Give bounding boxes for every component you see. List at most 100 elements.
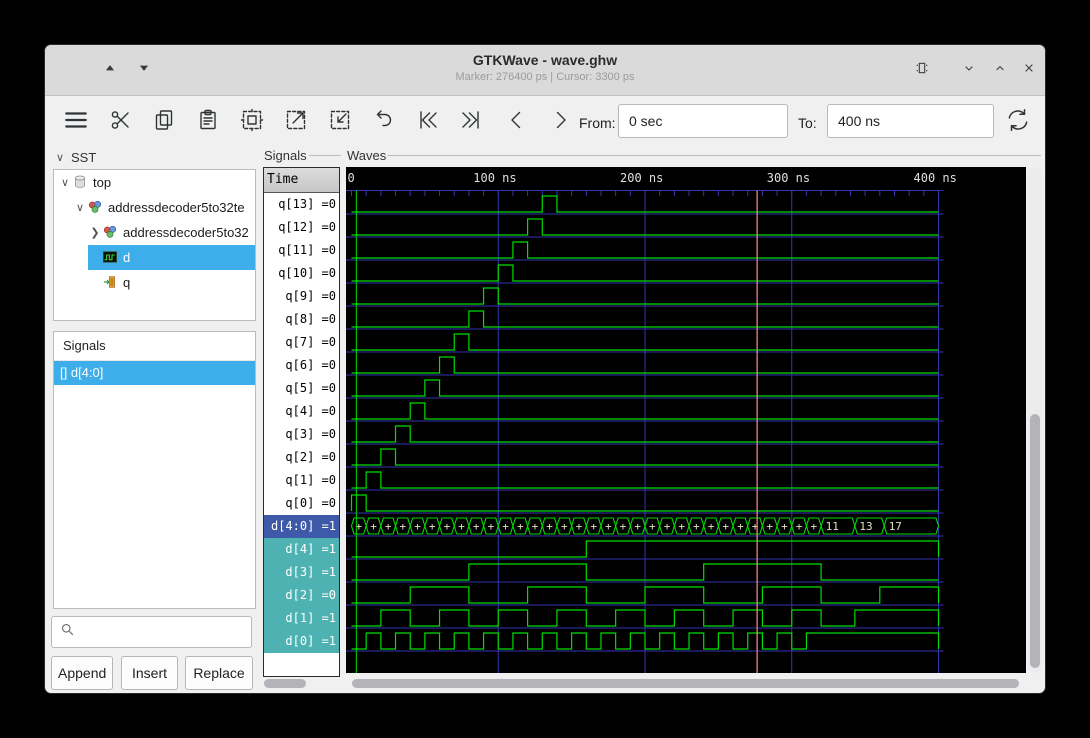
desktop: { "window": { "title": "GTKWave - wave.g…	[0, 0, 1090, 738]
replace-button[interactable]: Replace	[185, 656, 253, 690]
signal-name-row[interactable]: q[13] =0	[264, 193, 339, 216]
signal-name-row[interactable]: q[10] =0	[264, 262, 339, 285]
signal-name-row[interactable]: q[1] =0	[264, 469, 339, 492]
signal-name-row[interactable]: d[0] =1	[264, 630, 339, 653]
expander-open-icon[interactable]: ∨	[58, 176, 72, 189]
waves-frame-line	[387, 155, 1041, 156]
bus-value: +	[532, 520, 539, 533]
bus-value: 17	[889, 520, 902, 533]
gtkwave-window: GTKWave - wave.ghw Marker: 276400 ps | C…	[44, 44, 1046, 694]
from-input[interactable]	[618, 104, 788, 138]
zoom-out-icon	[328, 108, 352, 137]
search-icon	[60, 622, 75, 642]
bus-value: +	[634, 520, 641, 533]
timeline-label: 300 ns	[767, 171, 810, 185]
undo-icon	[371, 108, 395, 137]
names-frame-label: Signals	[264, 148, 307, 163]
menu-button[interactable]	[59, 105, 93, 139]
cut-button[interactable]	[104, 105, 138, 139]
bus-value: +	[488, 520, 495, 533]
cylinder-icon	[72, 174, 90, 192]
append-button[interactable]: Append	[51, 656, 113, 690]
sst-tree[interactable]: ∨top∨addressdecoder5to32te❯addressdecode…	[53, 169, 256, 321]
prev-edge-icon	[505, 108, 529, 137]
paste-icon	[196, 108, 220, 137]
signal-name-row[interactable]: q[9] =0	[264, 285, 339, 308]
bus-value: +	[576, 520, 583, 533]
bus-value: +	[400, 520, 407, 533]
bus-value: +	[737, 520, 744, 533]
paste-button[interactable]	[191, 105, 225, 139]
sst-frame[interactable]: ∨ SST	[53, 150, 96, 165]
bus-value: +	[649, 520, 656, 533]
sst-collapse-chevron-icon[interactable]: ∨	[53, 151, 67, 164]
search-input[interactable]	[81, 624, 235, 641]
titlebar[interactable]: GTKWave - wave.ghw Marker: 276400 ps | C…	[45, 45, 1045, 96]
expander-open-icon[interactable]: ∨	[73, 201, 87, 214]
close-button[interactable]	[1017, 58, 1041, 82]
skip-to-start-icon	[416, 108, 440, 137]
bus-value: +	[781, 520, 788, 533]
zoom-out-button[interactable]	[323, 105, 357, 139]
minimize-button[interactable]	[957, 58, 981, 82]
signal-name-row[interactable]: q[4] =0	[264, 400, 339, 423]
maximize-button[interactable]	[988, 58, 1012, 82]
waves-hscrollbar[interactable]	[352, 679, 1019, 688]
signal-name-row[interactable]: q[5] =0	[264, 377, 339, 400]
to-input[interactable]	[827, 104, 994, 138]
signal-name-row[interactable]: d[1] =1	[264, 607, 339, 630]
signal-name-row[interactable]: q[11] =0	[264, 239, 339, 262]
tree-item-top[interactable]: ∨top	[54, 170, 255, 195]
signal-name-row[interactable]: q[12] =0	[264, 216, 339, 239]
bus-value: +	[810, 520, 817, 533]
tree-item-q[interactable]: q	[54, 270, 255, 295]
signal-name-row[interactable]: q[7] =0	[264, 331, 339, 354]
wave-icon	[102, 249, 120, 267]
tree-item-addressdecoder5to32[interactable]: ❯addressdecoder5to32	[54, 220, 255, 245]
chevron-up-icon	[992, 60, 1008, 81]
fit-window-button[interactable]	[910, 58, 934, 82]
waveform-canvas[interactable]: 0100 ns200 ns300 ns400 ns+++++++++++++++…	[346, 167, 1026, 673]
copy-button[interactable]	[147, 105, 181, 139]
zoom-in-button[interactable]	[279, 105, 313, 139]
signal-names-panel[interactable]: Time q[13] =0q[12] =0q[11] =0q[10] =0q[9…	[263, 167, 340, 677]
bus-value: +	[590, 520, 597, 533]
bus-value: +	[766, 520, 773, 533]
insert-button[interactable]: Insert	[121, 656, 178, 690]
signal-name-row[interactable]: q[0] =0	[264, 492, 339, 515]
bus-value: +	[605, 520, 612, 533]
bus-value: +	[473, 520, 480, 533]
signal-name-row[interactable]: q[2] =0	[264, 446, 339, 469]
waves-vscrollbar-track[interactable]	[1028, 167, 1042, 673]
bus-value: +	[561, 520, 568, 533]
names-hscrollbar[interactable]	[264, 679, 306, 688]
signal-name-row[interactable]: q[6] =0	[264, 354, 339, 377]
skip-to-start-button[interactable]	[411, 105, 445, 139]
copy-icon	[152, 108, 176, 137]
zoom-fit-button[interactable]	[235, 105, 269, 139]
bus-value: +	[708, 520, 715, 533]
signal-search[interactable]	[51, 616, 252, 648]
signal-name-row[interactable]: d[4:0] =1	[264, 515, 339, 538]
bus-value: +	[444, 520, 451, 533]
signal-name-row[interactable]: d[4] =1	[264, 538, 339, 561]
time-header[interactable]: Time	[264, 168, 339, 193]
expander-closed-icon[interactable]: ❯	[88, 226, 102, 239]
signal-name-row[interactable]: q[8] =0	[264, 308, 339, 331]
zoom-fit-icon	[240, 108, 264, 137]
tree-item-addressdecoder5to32te[interactable]: ∨addressdecoder5to32te	[54, 195, 255, 220]
undo-button[interactable]	[366, 105, 400, 139]
signal-name-row[interactable]: d[2] =0	[264, 584, 339, 607]
picker-item[interactable]: [] d[4:0]	[54, 361, 255, 385]
tree-item-d[interactable]: d	[54, 245, 255, 270]
bus-value: +	[693, 520, 700, 533]
signal-name-row[interactable]: q[3] =0	[264, 423, 339, 446]
waves-vscrollbar-thumb[interactable]	[1030, 414, 1040, 668]
skip-to-end-button[interactable]	[454, 105, 488, 139]
names-frame-line	[309, 155, 341, 156]
bus-value: +	[385, 520, 392, 533]
signal-name-row[interactable]: d[3] =1	[264, 561, 339, 584]
next-edge-button[interactable]	[543, 105, 577, 139]
prev-edge-button[interactable]	[500, 105, 534, 139]
reload-button[interactable]	[1001, 105, 1035, 139]
